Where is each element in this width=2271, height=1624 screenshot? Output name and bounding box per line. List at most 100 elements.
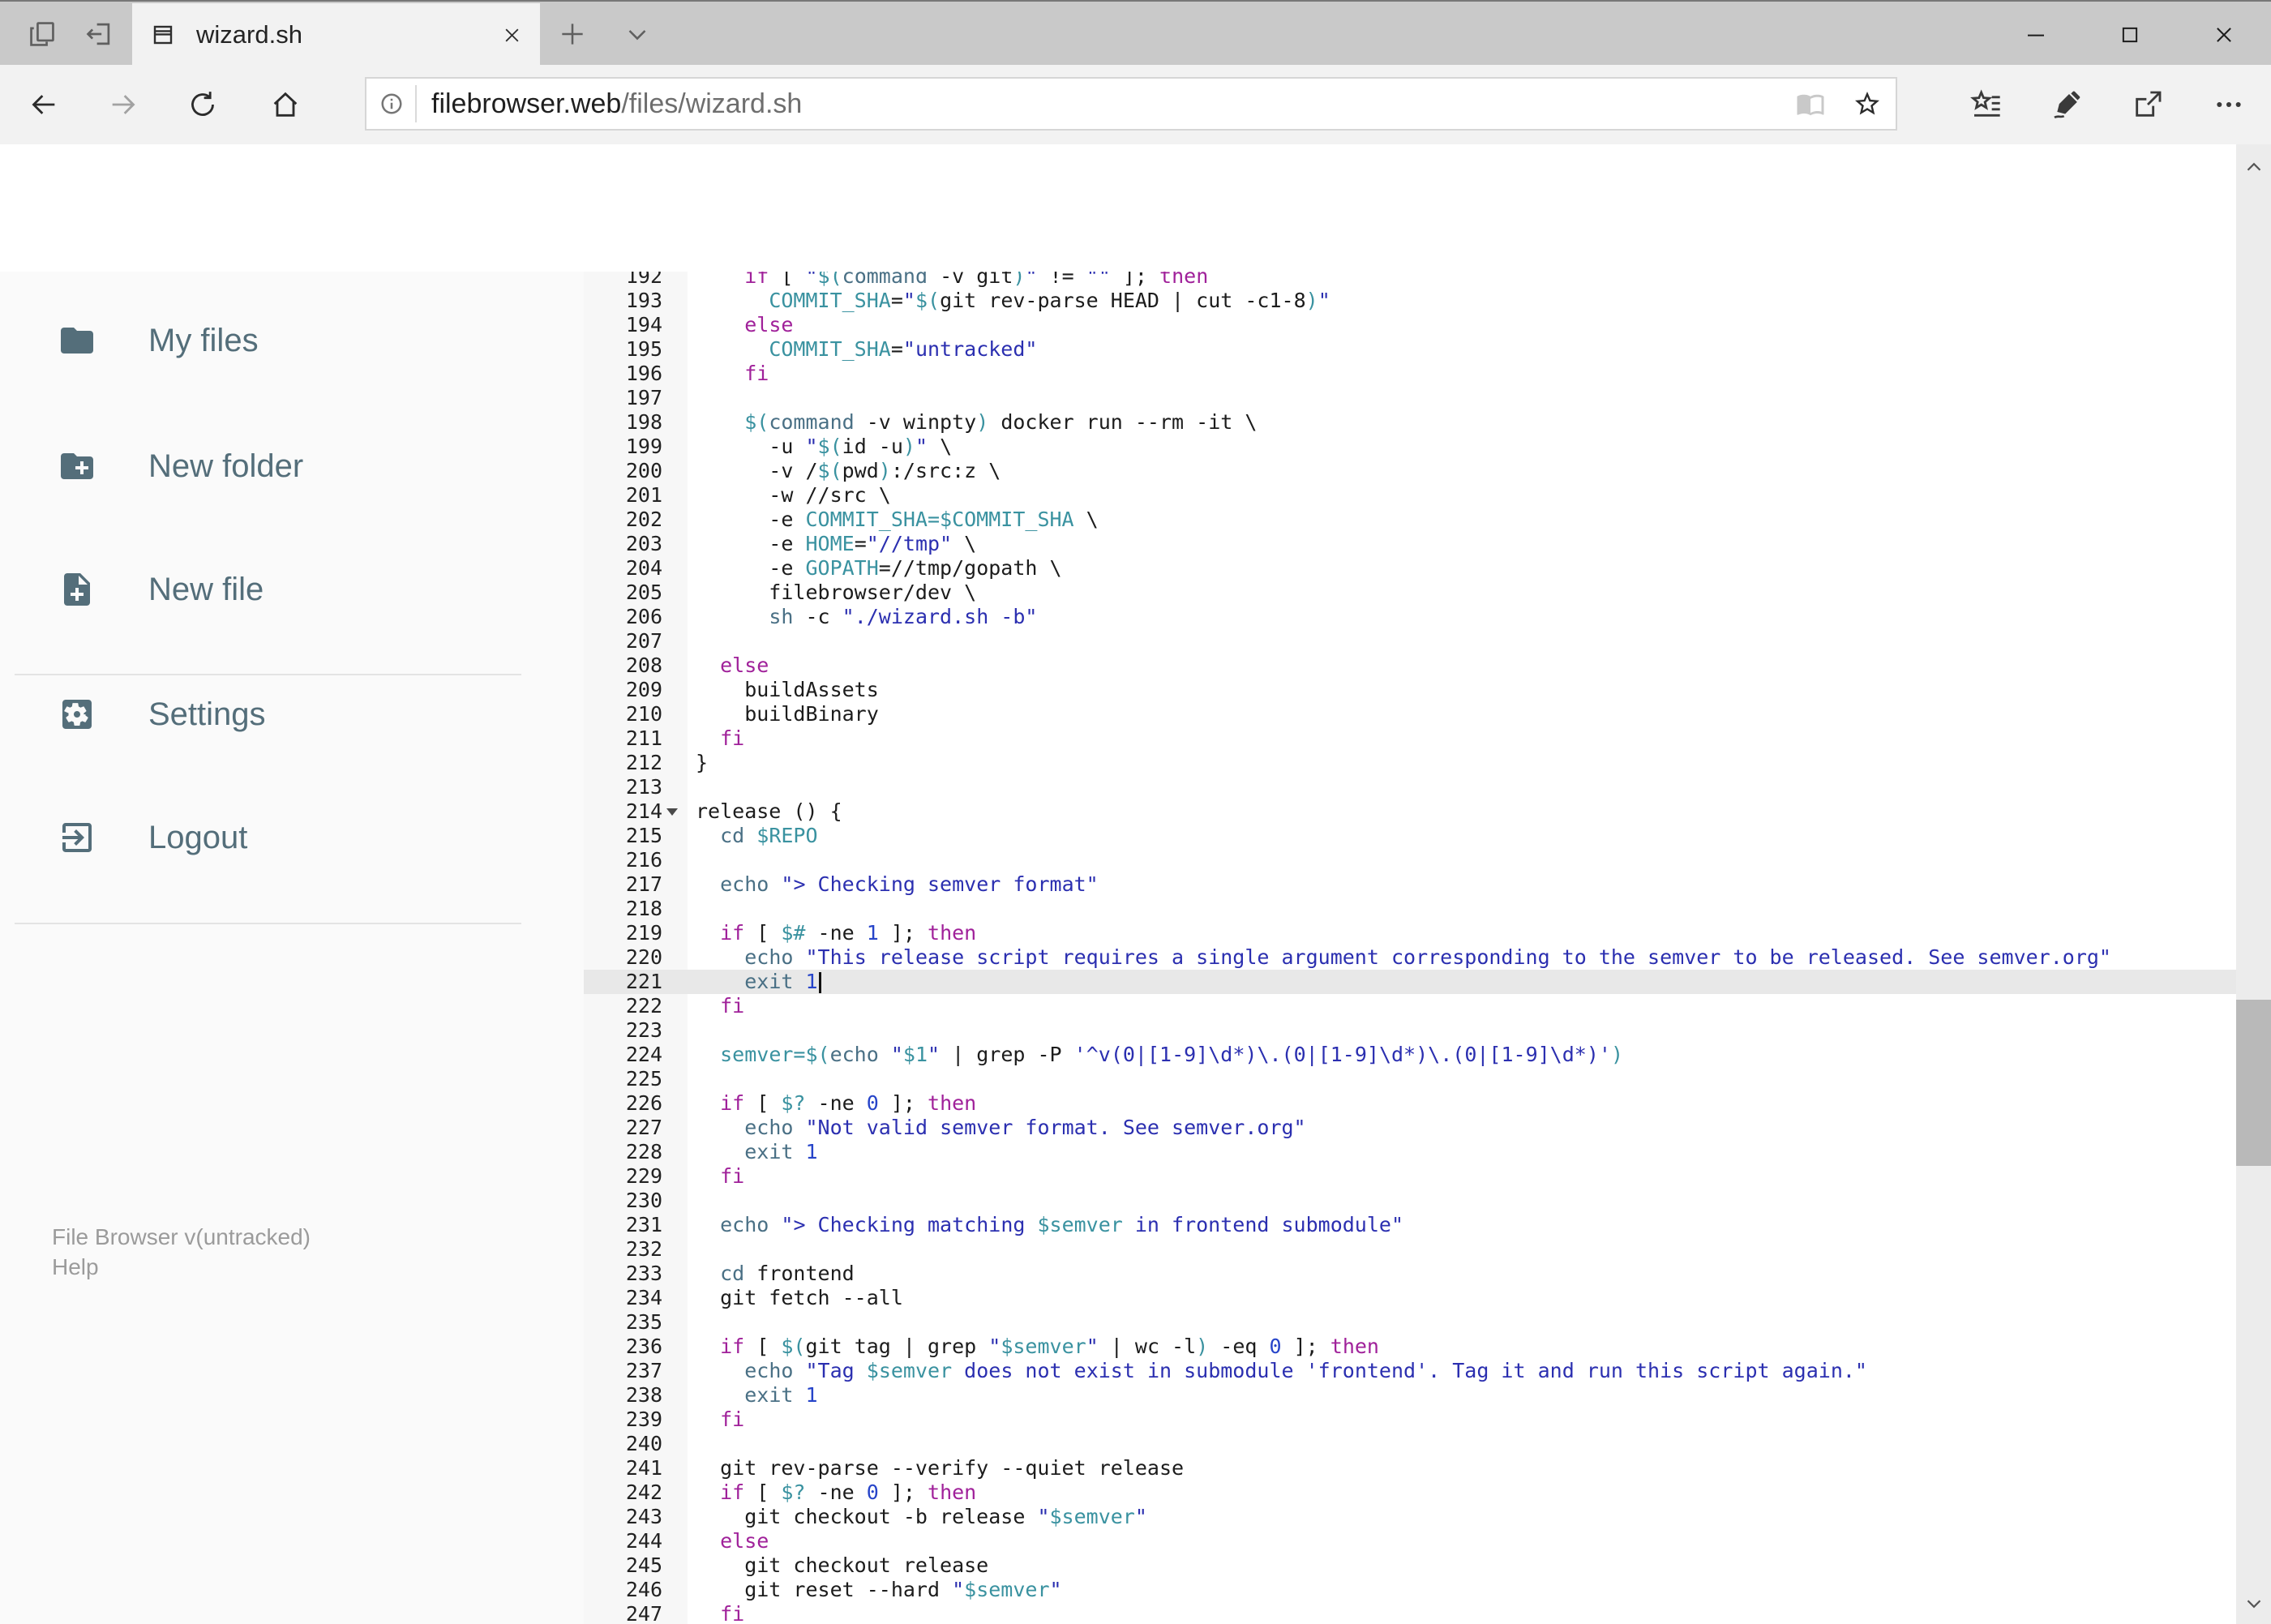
code-line-227: 227 echo "Not valid semver format. See s…: [584, 1116, 2236, 1140]
code-line-242: 242 if [ $? -ne 0 ]; then: [584, 1480, 2236, 1505]
window-controls: [1989, 3, 2271, 66]
line-number: 220: [625, 945, 662, 969]
code-editor[interactable]: 192 if [ "$(command -v git)" != "" ]; th…: [584, 272, 2236, 1624]
scroll-up-icon[interactable]: [2236, 149, 2271, 184]
line-number: 193: [625, 289, 662, 312]
help-link[interactable]: Help: [52, 1252, 311, 1282]
code-line-214: 214 release () {: [584, 799, 2236, 824]
new-tab-button[interactable]: [548, 2, 597, 66]
code-text: -w //src \: [696, 483, 891, 507]
close-button[interactable]: [2177, 3, 2271, 66]
tabs-set-aside-icon[interactable]: [18, 2, 66, 66]
code-text: else: [720, 653, 769, 677]
code-text: exit 1: [696, 970, 821, 994]
line-number: 200: [625, 459, 662, 482]
code-line-193: 193 COMMIT_SHA="$(git rev-parse HEAD | c…: [584, 289, 2236, 313]
reading-view-icon[interactable]: [1782, 79, 1839, 129]
code-text: -v /$(pwd):/src:z \: [696, 459, 1001, 482]
filebrowser-header: Search...: [0, 144, 2271, 397]
code-line-211: 211 fi: [584, 726, 2236, 751]
sidebar-item-new-folder[interactable]: New folder: [0, 422, 584, 511]
annotate-pen-icon[interactable]: [2032, 65, 2102, 144]
more-menu-icon[interactable]: [2194, 65, 2264, 144]
code-line-215: 215 cd $REPO: [584, 824, 2236, 848]
text-cursor: [818, 972, 821, 993]
favorite-star-icon[interactable]: [1839, 79, 1896, 129]
forward-icon[interactable]: [92, 65, 154, 144]
scroll-down-icon[interactable]: [2236, 1586, 2271, 1621]
line-number: 244: [625, 1529, 662, 1553]
sidebar-divider: [15, 923, 521, 924]
code-line-207: 207: [584, 629, 2236, 653]
code-text: echo "> Checking matching $semver in fro…: [720, 1213, 1404, 1236]
line-number: 216: [625, 848, 662, 872]
code-text: release () {: [696, 799, 842, 823]
back-icon[interactable]: [13, 65, 75, 144]
line-number: 197: [625, 386, 662, 409]
line-number: 192: [625, 272, 662, 288]
home-icon[interactable]: [255, 65, 316, 144]
line-number: 229: [625, 1164, 662, 1188]
code-text: git checkout release: [696, 1553, 989, 1577]
site-info-icon[interactable]: [379, 92, 404, 116]
line-number: 198: [625, 410, 662, 434]
line-number: 202: [625, 508, 662, 531]
code-text: fi: [720, 726, 745, 750]
sidebar-footer: File Browser v(untracked) Help: [52, 1222, 311, 1282]
tab-title: wizard.sh: [196, 20, 302, 49]
new-file-icon: [58, 570, 96, 609]
code-line-241: 241 git rev-parse --verify --quiet relea…: [584, 1456, 2236, 1480]
share-page-icon[interactable]: [2113, 65, 2183, 144]
browser-address-bar: filebrowser.web/files/wizard.sh: [0, 65, 2271, 145]
sidebar-item-my-files[interactable]: My files: [0, 296, 584, 385]
fold-marker-icon[interactable]: [666, 808, 678, 816]
set-tabs-aside-icon[interactable]: [75, 2, 123, 66]
code-text: git rev-parse --verify --quiet release: [696, 1456, 1185, 1480]
page-scrollbar[interactable]: [2236, 144, 2271, 1624]
tab-preview-chevron-icon[interactable]: [613, 2, 662, 66]
code-text: git checkout -b release "$semver": [696, 1505, 1147, 1528]
maximize-button[interactable]: [2083, 3, 2177, 66]
line-number: 231: [625, 1213, 662, 1236]
line-number: 199: [625, 435, 662, 458]
code-line-194: 194 else: [584, 313, 2236, 337]
code-line-247: 247 fi: [584, 1602, 2236, 1624]
line-number: 196: [625, 362, 662, 385]
code-line-234: 234 git fetch --all: [584, 1286, 2236, 1310]
sidebar-item-new-file[interactable]: New file: [0, 545, 584, 634]
favorites-hub-icon[interactable]: [1952, 65, 2021, 144]
address-url-field[interactable]: filebrowser.web/files/wizard.sh: [365, 77, 1897, 131]
code-text: fi: [720, 1408, 745, 1431]
refresh-icon[interactable]: [172, 65, 234, 144]
line-number: 221: [625, 970, 662, 993]
settings-icon: [58, 695, 96, 734]
line-number: 241: [625, 1456, 662, 1480]
code-text: fi: [720, 1164, 745, 1188]
active-tab[interactable]: wizard.sh: [132, 3, 540, 66]
code-text: -e GOPATH=//tmp/gopath \: [696, 556, 1062, 580]
sidebar-item-label: New file: [148, 571, 264, 607]
code-text: COMMIT_SHA="untracked": [769, 337, 1038, 361]
code-line-229: 229 fi: [584, 1164, 2236, 1189]
code-line-213: 213: [584, 775, 2236, 799]
tab-close-icon[interactable]: [483, 3, 540, 66]
line-number: 228: [625, 1140, 662, 1163]
code-text: exit 1: [744, 1140, 818, 1163]
sidebar-item-settings[interactable]: Settings: [0, 670, 584, 759]
line-number: 243: [625, 1505, 662, 1528]
line-number: 209: [625, 678, 662, 701]
code-line-230: 230: [584, 1189, 2236, 1213]
scrollbar-thumb[interactable]: [2236, 1000, 2271, 1166]
code-text: if [ "$(command -v git)" != "" ]; then: [744, 272, 1209, 288]
code-line-199: 199 -u "$(id -u)" \: [584, 435, 2236, 459]
line-number: 226: [625, 1091, 662, 1115]
code-line-244: 244 else: [584, 1529, 2236, 1553]
line-number: 230: [625, 1189, 662, 1212]
minimize-button[interactable]: [1989, 3, 2083, 66]
sidebar-item-logout[interactable]: Logout: [0, 793, 584, 882]
code-text: -e COMMIT_SHA=$COMMIT_SHA \: [696, 508, 1099, 531]
code-text: sh -c "./wizard.sh -b": [769, 605, 1038, 628]
code-line-231: 231 echo "> Checking matching $semver in…: [584, 1213, 2236, 1237]
sidebar-divider: [15, 674, 521, 675]
code-text: echo "Not valid semver format. See semve…: [744, 1116, 1306, 1139]
